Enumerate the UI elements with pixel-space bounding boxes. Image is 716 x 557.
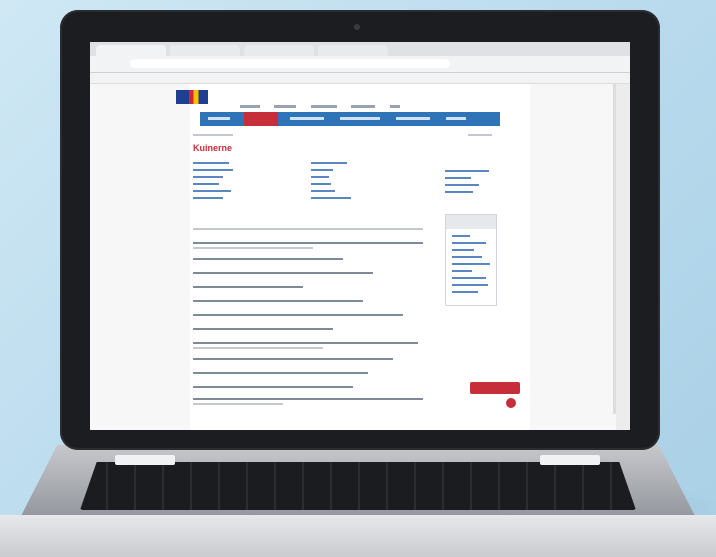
list-item[interactable] (452, 277, 486, 279)
paragraph (193, 300, 363, 302)
paragraph (193, 372, 368, 374)
list-item[interactable] (311, 169, 333, 171)
list-item[interactable] (193, 183, 219, 185)
list-item[interactable] (452, 291, 478, 293)
menu-item[interactable] (208, 117, 230, 120)
paragraph (193, 358, 393, 360)
scrollbar[interactable] (613, 84, 616, 414)
webcam-icon (354, 24, 360, 30)
sidebar-box (445, 214, 497, 306)
list-item[interactable] (452, 235, 470, 237)
paragraph (193, 328, 333, 330)
hinge (540, 455, 600, 465)
list-item[interactable] (452, 249, 474, 251)
list-item[interactable] (193, 190, 231, 192)
list-item[interactable] (193, 162, 229, 164)
menu-item[interactable] (446, 117, 466, 120)
browser-tab-bar (90, 42, 630, 56)
paragraph (193, 314, 403, 316)
paragraph (193, 272, 373, 274)
breadcrumb-action[interactable] (468, 134, 492, 136)
menu-item[interactable] (290, 117, 324, 120)
paragraph (193, 398, 423, 400)
list-item[interactable] (311, 197, 351, 199)
list-item[interactable] (193, 197, 223, 199)
list-item[interactable] (452, 242, 486, 244)
paragraph (193, 286, 303, 288)
list-item[interactable] (311, 162, 347, 164)
main-menu-bar (200, 112, 500, 126)
menu-item[interactable] (396, 117, 430, 120)
paragraph (193, 342, 418, 344)
url-field[interactable] (130, 59, 450, 68)
breadcrumb[interactable] (193, 134, 233, 136)
top-nav-link[interactable] (351, 105, 376, 108)
list-item[interactable] (311, 190, 335, 192)
top-nav-link[interactable] (389, 105, 400, 108)
browser-tab[interactable] (244, 45, 314, 56)
paragraph (193, 228, 423, 230)
paragraph (193, 403, 283, 405)
keyboard (80, 462, 636, 510)
laptop-front-edge (0, 515, 716, 557)
page-title: Kuinerne (193, 143, 233, 153)
bookmarks-bar (90, 73, 630, 84)
sidebar-box-header (446, 215, 496, 229)
paragraph (193, 347, 323, 349)
list-item[interactable] (452, 284, 488, 286)
menu-item[interactable] (340, 117, 380, 120)
site-logo[interactable] (176, 90, 208, 104)
top-navigation (240, 95, 410, 113)
list-item[interactable] (452, 263, 490, 265)
list-item[interactable] (445, 177, 471, 179)
top-nav-link[interactable] (274, 105, 297, 108)
top-nav-link[interactable] (310, 105, 337, 108)
list-item[interactable] (452, 256, 482, 258)
list-item[interactable] (445, 170, 489, 172)
paragraph (193, 247, 313, 249)
list-item[interactable] (311, 183, 331, 185)
list-item[interactable] (445, 191, 473, 193)
laptop-lid: Kuinerne (60, 10, 660, 450)
browser-tab[interactable] (170, 45, 240, 56)
list-item[interactable] (193, 169, 233, 171)
address-bar-row (90, 56, 630, 73)
list-item[interactable] (193, 176, 223, 178)
cta-button[interactable] (470, 382, 520, 394)
list-item[interactable] (452, 270, 472, 272)
browser-tab[interactable] (96, 45, 166, 56)
list-item[interactable] (311, 176, 329, 178)
hinge (115, 455, 175, 465)
paragraph (193, 242, 423, 244)
list-item[interactable] (445, 184, 479, 186)
browser-tab[interactable] (318, 45, 388, 56)
chat-icon[interactable] (506, 398, 516, 408)
browser-side-panel (616, 84, 630, 430)
paragraph (193, 258, 343, 260)
paragraph (193, 386, 353, 388)
menu-item-active[interactable] (244, 112, 278, 126)
top-nav-link[interactable] (240, 105, 260, 108)
laptop-screen: Kuinerne (90, 42, 630, 430)
